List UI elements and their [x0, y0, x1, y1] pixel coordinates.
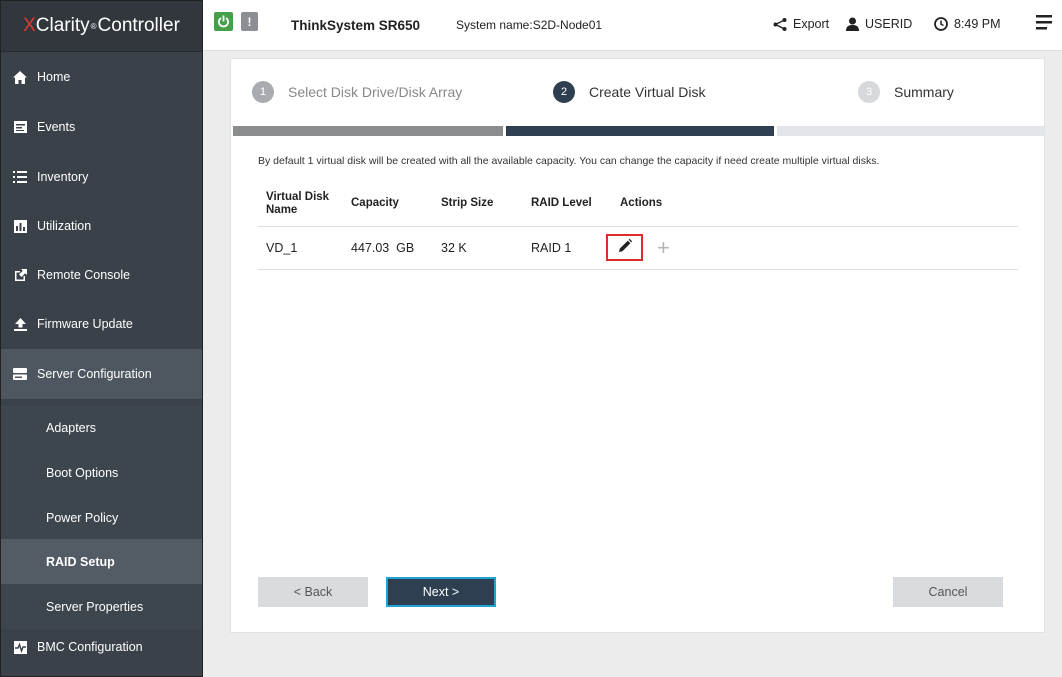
sidebar-item-firmware-update[interactable]: Firmware Update — [1, 299, 202, 349]
sidebar-item-bmc-configuration[interactable]: BMC Configuration — [1, 622, 202, 672]
brand-controller: Controller — [97, 15, 180, 36]
user-label: USERID — [865, 17, 913, 31]
cell-strip-size: 32 K — [433, 226, 523, 270]
wizard-step-3[interactable]: 3 Summary — [858, 81, 954, 103]
sidebar-item-inventory[interactable]: Inventory — [1, 152, 202, 202]
sidebar-item-label: Inventory — [37, 170, 89, 184]
step-number: 1 — [252, 81, 274, 103]
sidebar-subitem-boot-options[interactable]: Boot Options — [1, 450, 202, 495]
cell-actions: + — [606, 226, 1018, 270]
sidebar-subitem-label: Server Properties — [46, 599, 144, 614]
back-button[interactable]: < Back — [258, 577, 368, 607]
sidebar-item-label: BMC Configuration — [37, 640, 143, 654]
home-icon — [13, 70, 27, 84]
sidebar-item-events[interactable]: Events — [1, 102, 202, 152]
events-icon — [13, 120, 27, 134]
wizard-step-2[interactable]: 2 Create Virtual Disk — [553, 81, 705, 103]
column-header-capacity: Capacity — [343, 182, 433, 227]
brand-registered-mark: ® — [90, 21, 97, 31]
list-icon — [13, 170, 27, 184]
sidebar-item-home[interactable]: Home — [1, 52, 202, 102]
next-button[interactable]: Next > — [386, 577, 496, 607]
step-number: 2 — [553, 81, 575, 103]
export-button[interactable]: Export — [773, 17, 829, 31]
power-status-icon[interactable] — [214, 12, 233, 31]
cell-name: VD_1 — [258, 226, 343, 270]
sidebar-item-server-configuration[interactable]: Server Configuration — [1, 349, 202, 399]
add-icon[interactable]: + — [657, 236, 670, 259]
sidebar-subitem-raid-setup[interactable]: RAID Setup — [1, 539, 202, 584]
brand-clarity: Clarity — [35, 15, 90, 36]
table-row: VD_1 447.03 GB 32 K RAID 1 + — [258, 226, 1018, 270]
clock: 8:49 PM — [934, 17, 1001, 31]
step-number: 3 — [858, 81, 880, 103]
sidebar-item-label: Server Configuration — [37, 367, 152, 381]
sidebar-item-label: Remote Console — [37, 268, 131, 282]
virtual-disk-table: Virtual Disk Name Capacity Strip Size RA… — [258, 182, 1018, 270]
step-label: Create Virtual Disk — [589, 84, 706, 100]
brand-logo: X Clarity ® Controller — [1, 1, 202, 52]
sidebar-subitem-label: RAID Setup — [46, 554, 115, 569]
sidebar-subitem-label: Power Policy — [46, 510, 119, 525]
column-header-strip-size: Strip Size — [433, 182, 523, 227]
server-icon — [13, 367, 27, 381]
sidebar-subitem-power-policy[interactable]: Power Policy — [1, 495, 202, 540]
sidebar: X Clarity ® Controller Home Events Inventor… — [0, 0, 203, 677]
time-label: 8:49 PM — [954, 17, 1001, 31]
sidebar-subitem-label: Adapters — [46, 420, 97, 435]
menu-button[interactable] — [1036, 15, 1052, 33]
sidebar-item-label: Firmware Update — [37, 317, 133, 331]
sidebar-item-label: Utilization — [37, 219, 92, 233]
column-header-raid-level: RAID Level — [523, 182, 612, 227]
edit-button[interactable] — [606, 234, 643, 261]
cell-capacity: 447.03 GB — [343, 226, 433, 270]
cancel-button[interactable]: Cancel — [893, 577, 1003, 607]
sidebar-item-utilization[interactable]: Utilization — [1, 201, 202, 251]
table-header-row: Virtual Disk Name Capacity Strip Size RA… — [258, 182, 1018, 227]
sidebar-item-remote-console[interactable]: Remote Console — [1, 250, 202, 300]
sidebar-subitem-adapters[interactable]: Adapters — [1, 405, 202, 450]
brand-x: X — [23, 15, 36, 36]
wizard-step-1[interactable]: 1 Select Disk Drive/Disk Array — [252, 81, 462, 103]
hamburger-menu-icon — [1036, 15, 1052, 33]
top-header: ! ThinkSystem SR650 System name:S2D-Node… — [203, 0, 1062, 51]
step-label: Select Disk Drive/Disk Array — [288, 84, 463, 100]
alert-icon[interactable]: ! — [241, 12, 258, 31]
progress-segment-2 — [506, 126, 774, 136]
user-menu[interactable]: USERID — [846, 17, 912, 31]
sidebar-item-label: Home — [37, 70, 71, 84]
sidebar-item-label: Events — [37, 120, 76, 134]
product-name: ThinkSystem SR650 — [291, 18, 421, 33]
export-label: Export — [793, 17, 830, 31]
clock-icon — [934, 17, 948, 31]
external-window-icon — [13, 268, 27, 282]
pencil-icon — [618, 238, 632, 256]
raid-wizard-panel: 1 Select Disk Drive/Disk Array 2 Create … — [230, 58, 1045, 633]
system-name: System name:S2D-Node01 — [456, 18, 603, 32]
column-header-name: Virtual Disk Name — [258, 182, 343, 227]
sidebar-subitem-label: Boot Options — [46, 465, 119, 480]
progress-segment-1 — [233, 126, 503, 136]
bar-chart-icon — [13, 219, 27, 233]
share-icon — [773, 17, 787, 31]
cell-raid-level: RAID 1 — [523, 226, 612, 270]
column-header-actions: Actions — [612, 182, 1018, 227]
upload-icon — [13, 317, 27, 331]
wizard-hint-text: By default 1 virtual disk will be create… — [258, 155, 880, 167]
progress-segment-3 — [777, 126, 1045, 136]
step-label: Summary — [894, 84, 954, 100]
pulse-icon — [13, 640, 27, 654]
user-icon — [846, 17, 859, 31]
